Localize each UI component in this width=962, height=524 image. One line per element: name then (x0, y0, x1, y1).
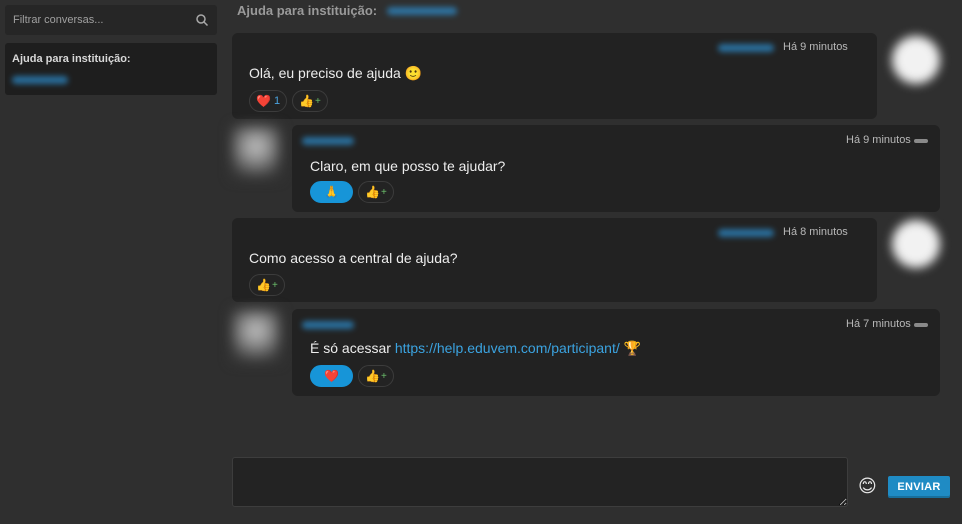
thumbs-up-icon: 👍 (365, 369, 380, 383)
reaction-pray[interactable]: 🙏 (310, 181, 353, 203)
send-button[interactable]: ENVIAR (888, 476, 950, 498)
add-reaction-button[interactable]: 👍 + (358, 365, 394, 387)
heart-icon: ❤️ (324, 369, 339, 383)
pray-icon: 🙏 (324, 185, 339, 199)
conversation-item[interactable]: Ajuda para instituição: (5, 43, 217, 95)
user-avatar (892, 220, 940, 268)
sender-name-redacted (302, 137, 354, 145)
message-bubble: Há 9 minutos Claro, em que posso te ajud… (292, 125, 940, 212)
message-bubble: Há 8 minutos Como acesso a central de aj… (232, 218, 877, 302)
reaction-heart[interactable]: ❤️ 1 (249, 90, 288, 112)
user-avatar (892, 36, 940, 84)
agent-avatar (232, 310, 280, 362)
agent-avatar (232, 126, 280, 178)
message-text: É só acessar https://help.eduvem.com/par… (310, 340, 641, 357)
chat-header: Ajuda para instituição: (237, 3, 458, 18)
message-time: Há 9 minutos (846, 134, 911, 146)
add-reaction-button[interactable]: 👍 + (249, 274, 285, 296)
chat-title: Ajuda para instituição: (237, 3, 378, 18)
heart-icon: ❤️ (256, 94, 271, 108)
message-bubble: Há 9 minutos Olá, eu preciso de ajuda 🙂 … (232, 33, 877, 119)
message-menu-handle[interactable] (914, 139, 928, 143)
trophy-icon: 🏆 (619, 340, 642, 356)
message-time: Há 9 minutos (783, 41, 848, 53)
chat-subtitle-redacted (387, 6, 458, 15)
help-link[interactable]: https://help.eduvem.com/participant/ (395, 340, 620, 356)
thumbs-up-icon: 👍 (299, 94, 315, 108)
add-reaction-button[interactable]: 👍 + (358, 181, 394, 203)
reaction-heart[interactable]: ❤️ (310, 365, 353, 387)
thumbs-up-icon: 👍 (365, 185, 380, 199)
message-bubble: Há 7 minutos É só acessar https://help.e… (292, 309, 940, 396)
message-text: Olá, eu preciso de ajuda 🙂 (249, 65, 423, 81)
plus-icon: + (380, 370, 387, 382)
sender-name-redacted (718, 229, 774, 237)
message-text-prefix: É só acessar (310, 340, 395, 356)
sender-name-redacted (718, 44, 774, 52)
message-time: Há 7 minutos (846, 318, 911, 330)
conversation-title: Ajuda para instituição: (12, 53, 131, 65)
sidebar: Ajuda para instituição: (0, 0, 222, 524)
reaction-count: 1 (273, 95, 281, 107)
message-menu-handle[interactable] (914, 323, 928, 327)
message-text: Como acesso a central de ajuda? (249, 250, 458, 266)
add-reaction-button[interactable]: 👍 + (292, 90, 328, 112)
conversation-subtitle-redacted (12, 76, 68, 84)
thumbs-up-icon: 👍 (256, 278, 271, 292)
message-text: Claro, em que posso te ajudar? (310, 158, 506, 174)
sender-name-redacted (302, 321, 354, 329)
emoji-picker-icon[interactable]: 😊 (858, 476, 877, 496)
filter-input[interactable] (13, 14, 195, 26)
search-icon[interactable] (195, 13, 209, 27)
chat-main: Ajuda para instituição: Há 9 minutos Olá… (222, 0, 962, 524)
plus-icon: + (315, 95, 321, 107)
filter-conversations[interactable] (5, 5, 217, 35)
message-time: Há 8 minutos (783, 226, 848, 238)
plus-icon: + (271, 279, 278, 291)
message-input[interactable] (232, 457, 848, 507)
plus-icon: + (380, 186, 387, 198)
